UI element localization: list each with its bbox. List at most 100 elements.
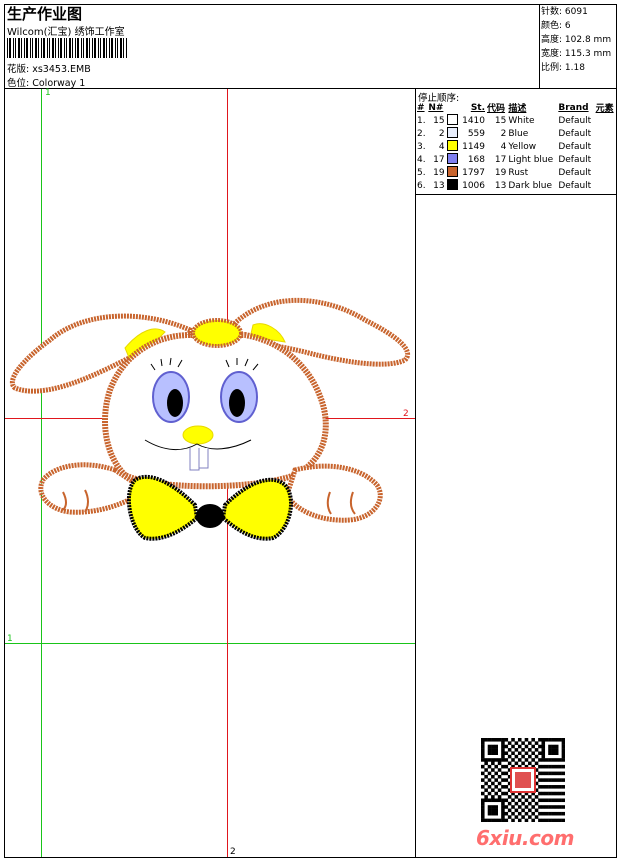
col-number: N# — [428, 102, 444, 113]
row-brand: Default — [558, 180, 592, 191]
color-swatch — [446, 153, 458, 164]
header-divider — [4, 88, 617, 89]
row-element — [595, 114, 616, 127]
row-description: Blue — [508, 128, 529, 139]
stat-label: 比例: — [541, 63, 563, 73]
row-brand: Default — [558, 167, 592, 178]
colorway-line: 色位: Colorway 1 — [7, 75, 85, 89]
color-swatch — [446, 127, 458, 138]
row-element — [595, 166, 616, 179]
stat-stitches: 针数: 6091 — [541, 5, 611, 19]
row-number: 19 — [433, 167, 445, 178]
stat-value: 6091 — [564, 7, 588, 17]
row-brand: Default — [558, 115, 592, 126]
pattern-line: 花版: xs3453.EMB — [7, 61, 91, 75]
row-code: 2 — [500, 128, 507, 139]
col-code: 代码 — [487, 104, 506, 114]
row-brand: Default — [558, 141, 592, 152]
row-brand: Default — [558, 154, 592, 165]
head-tuft — [191, 318, 243, 348]
guide-label-red-bottom: 2 — [230, 847, 236, 857]
row-index: 6. — [417, 180, 426, 191]
barcode — [7, 38, 127, 58]
table-row: 1. 15 1410 15 White Default — [416, 114, 616, 127]
head — [102, 332, 329, 490]
row-stitches: 1149 — [462, 141, 486, 152]
table-header-row: # N# St. 代码 描述 Brand 元素 — [416, 101, 616, 115]
row-code: 17 — [494, 154, 507, 165]
left-pupil — [167, 389, 183, 417]
row-brand: Default — [558, 128, 592, 139]
right-pupil — [229, 389, 245, 417]
stat-label: 高度: — [541, 35, 563, 45]
stat-label: 颜色: — [541, 21, 563, 31]
color-sequence-table: # N# St. 代码 描述 Brand 元素 1. 15 1410 15 White D… — [416, 101, 616, 192]
row-description: Dark blue — [508, 180, 553, 191]
row-swatch — [446, 127, 460, 140]
col-swatch — [446, 101, 460, 114]
stats-box: 针数: 6091 颜色: 6 高度: 102.8 mm 宽度: 115.3 mm… — [541, 5, 611, 75]
col-element: 元素 — [595, 104, 614, 114]
page-title: 生产作业图 — [7, 5, 83, 23]
guide-label-green-top: 1 — [45, 88, 51, 98]
row-code: 4 — [500, 141, 507, 152]
colorway-label: 色位: — [7, 78, 30, 89]
row-description: Rust — [508, 167, 529, 178]
teeth — [189, 448, 209, 471]
stat-value: 115.3 mm — [564, 49, 612, 59]
bow-right — [220, 477, 293, 541]
bow-left — [126, 474, 200, 541]
pattern-label: 花版: — [7, 64, 30, 75]
row-swatch — [446, 166, 460, 179]
green-guide-horizontal — [5, 643, 415, 644]
row-element — [595, 127, 616, 140]
table-row: 2. 2 559 2 Blue Default — [416, 127, 616, 140]
table-row: 3. 4 1149 4 Yellow Default — [416, 140, 616, 153]
studio-name: Wilcom(汇宝) 绣饰工作室 — [7, 27, 125, 38]
right-paw — [284, 463, 383, 523]
row-element — [595, 179, 616, 192]
row-description: White — [508, 115, 535, 126]
col-index: # — [417, 102, 425, 113]
col-description: 描述 — [508, 104, 527, 114]
stat-label: 针数: — [541, 7, 563, 17]
stat-value: 1.18 — [564, 63, 585, 73]
stat-label: 宽度: — [541, 49, 563, 59]
stat-value: 6 — [564, 21, 571, 31]
row-swatch — [446, 179, 460, 192]
row-index: 4. — [417, 154, 426, 165]
table-row: 5. 19 1797 19 Rust Default — [416, 166, 616, 179]
stat-scale: 比例: 1.18 — [541, 61, 611, 75]
row-index: 5. — [417, 167, 426, 178]
stat-width: 宽度: 115.3 mm — [541, 47, 611, 61]
row-swatch — [446, 153, 460, 166]
pattern-value: xs3453.EMB — [32, 64, 91, 75]
stat-colors: 颜色: 6 — [541, 19, 611, 33]
stats-divider — [539, 4, 540, 88]
row-element — [595, 153, 616, 166]
guide-label-green-left: 1 — [7, 634, 13, 644]
row-description: Yellow — [508, 141, 537, 152]
color-swatch — [446, 166, 458, 177]
table-row: 4. 17 168 17 Light blue Default — [416, 153, 616, 166]
col-brand: Brand — [558, 102, 589, 113]
row-number: 15 — [433, 115, 445, 126]
nose — [182, 425, 214, 445]
row-code: 19 — [494, 167, 507, 178]
row-stitches: 1006 — [462, 180, 486, 191]
row-element — [595, 140, 616, 153]
panel-divider — [415, 88, 416, 858]
qr-code — [481, 738, 565, 822]
col-stitches: St. — [470, 102, 486, 113]
row-code: 13 — [494, 180, 507, 191]
color-swatch — [446, 179, 458, 190]
color-swatch — [446, 114, 458, 125]
stat-value: 102.8 mm — [564, 35, 612, 45]
row-stitches: 1410 — [462, 115, 486, 126]
row-number: 2 — [438, 128, 445, 139]
row-number: 4 — [438, 141, 445, 152]
colorway-value: Colorway 1 — [32, 78, 86, 89]
row-number: 17 — [433, 154, 445, 165]
row-code: 15 — [494, 115, 507, 126]
row-number: 13 — [433, 180, 445, 191]
